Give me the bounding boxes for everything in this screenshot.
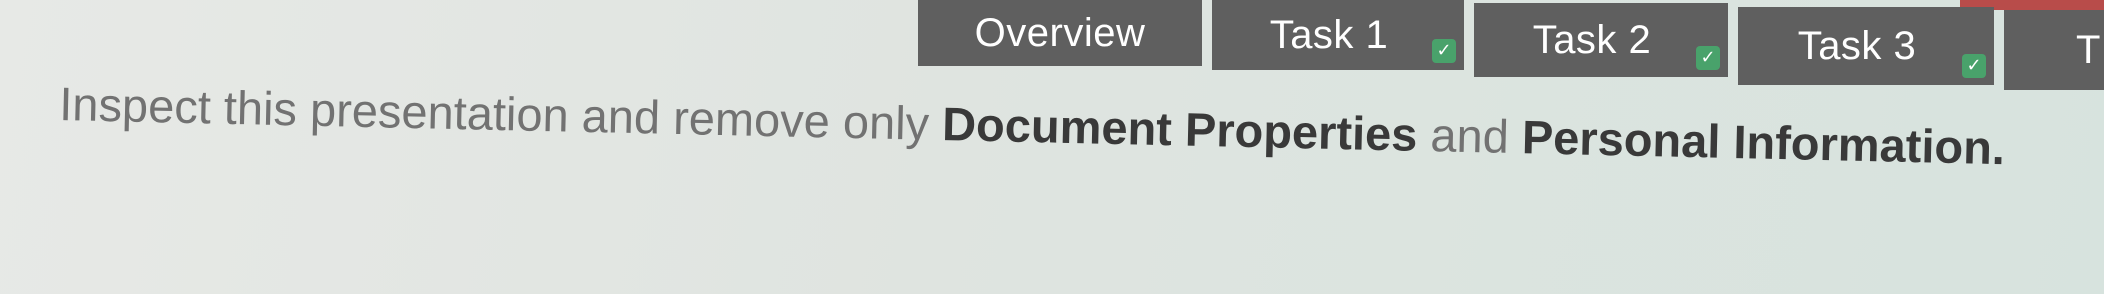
tab-label: T	[2076, 27, 2101, 72]
tab-task-4[interactable]: T	[2004, 10, 2104, 90]
tab-task-3[interactable]: Task 3 ✓	[1738, 7, 1994, 85]
check-icon: ✓	[1962, 54, 1986, 78]
tab-label: Task 1	[1269, 12, 1389, 57]
tab-overview[interactable]: Overview	[918, 0, 1202, 66]
task-instruction: Inspect this presentation and remove onl…	[59, 76, 2040, 176]
instruction-text: Inspect this presentation and remove onl…	[58, 76, 943, 151]
tab-label: Task 2	[1532, 17, 1652, 62]
document-properties-term: Document Properties	[941, 97, 1419, 161]
check-icon: ✓	[1432, 39, 1456, 63]
instruction-text: and	[1416, 107, 1523, 164]
personal-information-term: Personal Information	[1521, 110, 1993, 174]
tab-label: Overview	[974, 10, 1146, 55]
tab-task-2[interactable]: Task 2 ✓	[1474, 3, 1728, 77]
tab-task-1[interactable]: Task 1 ✓	[1212, 0, 1464, 70]
tab-label: Task 3	[1797, 23, 1917, 68]
check-icon: ✓	[1696, 46, 1720, 70]
instruction-period: .	[1991, 120, 2006, 175]
